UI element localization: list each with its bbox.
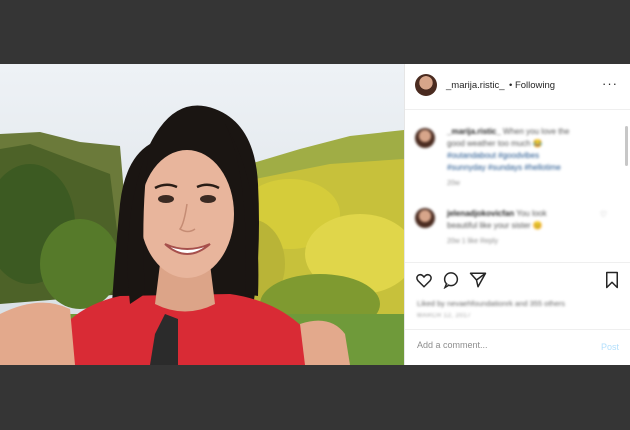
- comment-icon[interactable]: [442, 271, 460, 289]
- comments-list: _marija.ristic_ When you love the good w…: [405, 110, 623, 260]
- comment-text: jelenadjokovicfan You look beautiful lik…: [447, 208, 547, 232]
- comment-avatar[interactable]: [415, 128, 435, 148]
- photo-illustration: [0, 64, 404, 365]
- likes-count[interactable]: Liked by nevaehfoundationrk and 355 othe…: [417, 299, 565, 308]
- post-actions: Liked by nevaehfoundationrk and 355 othe…: [405, 262, 630, 323]
- following-button[interactable]: • Following: [509, 80, 555, 91]
- comment-username[interactable]: jelenadjokovicfan: [447, 209, 514, 218]
- comment-hashtags[interactable]: #sunnyday #sundays #hellotime: [447, 163, 561, 172]
- comments-scrollbar[interactable]: [625, 126, 628, 166]
- comment-username[interactable]: _marija.ristic_: [447, 127, 501, 136]
- more-options-icon[interactable]: ···: [602, 76, 618, 91]
- comment-line: beautiful like your sister 😊: [447, 221, 543, 230]
- add-comment-input[interactable]: [415, 339, 579, 351]
- comment-line: good weather too much 😂: [447, 139, 543, 148]
- comment-meta: 20w 1 like Reply: [447, 238, 498, 245]
- comment-meta: 20w: [447, 180, 460, 187]
- comment-avatar[interactable]: [415, 208, 435, 228]
- post-sidebar: _marija.ristic_ • Following ··· _marija.…: [404, 64, 630, 365]
- post-comment-button[interactable]: Post: [601, 342, 619, 352]
- comment-hashtags[interactable]: #outandabout #goodvibes: [447, 151, 539, 160]
- comment-text: _marija.ristic_ When you love the good w…: [447, 126, 569, 174]
- post-photo[interactable]: [0, 64, 404, 365]
- post-modal: _marija.ristic_ • Following ··· _marija.…: [0, 64, 630, 365]
- share-icon[interactable]: [469, 271, 487, 289]
- bookmark-icon[interactable]: [603, 271, 621, 289]
- comment-line: You look: [516, 209, 547, 218]
- add-comment-bar: Post: [405, 329, 630, 366]
- heart-icon[interactable]: [415, 271, 433, 289]
- avatar[interactable]: [415, 74, 437, 96]
- comment-like-icon[interactable]: ♡: [600, 210, 607, 219]
- username-link[interactable]: _marija.ristic_: [446, 80, 505, 91]
- comment-line: When you love the: [503, 127, 570, 136]
- post-date: MARCH 12, 2017: [417, 313, 472, 319]
- post-header: _marija.ristic_ • Following ···: [405, 64, 630, 110]
